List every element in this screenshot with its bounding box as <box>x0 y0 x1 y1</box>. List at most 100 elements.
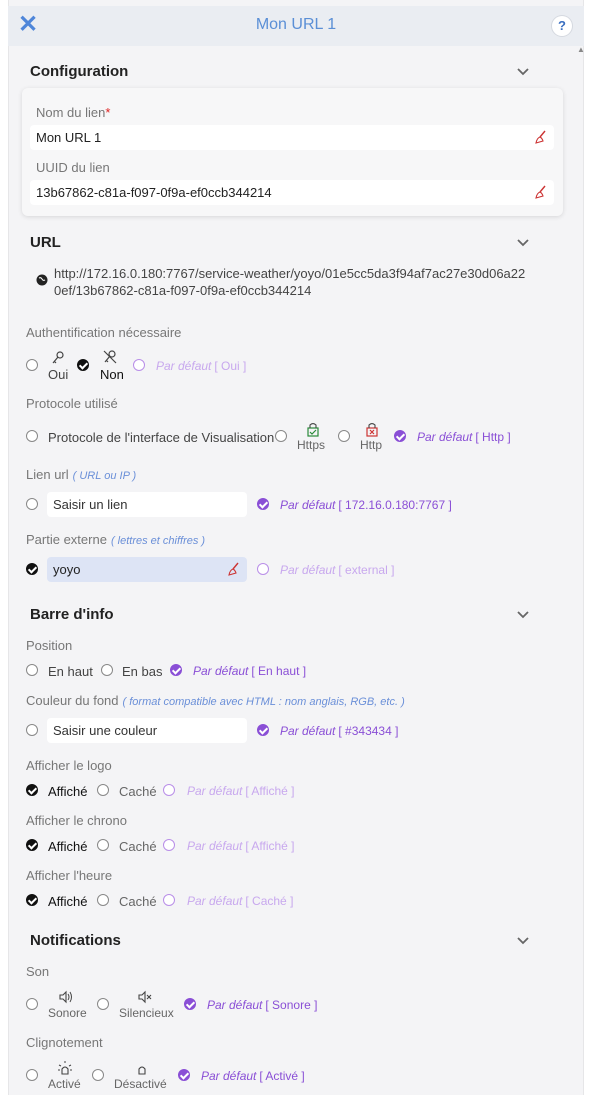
chrono-default-radio[interactable] <box>163 839 175 851</box>
alarm-light-on-icon <box>58 1061 72 1075</box>
chevron-down-icon[interactable] <box>516 65 530 79</box>
time-default-label: Par défaut[ Caché ] <box>187 894 294 908</box>
protocol-interface-radio[interactable] <box>26 430 38 442</box>
link-default-radio[interactable] <box>257 498 269 510</box>
protocol-http-label: Http <box>360 438 383 452</box>
sound-default-radio[interactable] <box>184 998 196 1010</box>
time-shown-label: Affiché <box>48 894 88 909</box>
blink-off-label: Désactivé <box>114 1077 167 1091</box>
position-top-radio[interactable] <box>26 664 38 676</box>
scroll-up-icon[interactable]: ▲ <box>577 45 585 54</box>
section-configuration-title[interactable]: Configuration <box>30 63 128 80</box>
bg-color-label: Couleur du fond( format compatible avec … <box>26 693 405 708</box>
no-key-icon <box>103 350 117 364</box>
logo-default-label: Par défaut[ Affiché ] <box>187 784 295 798</box>
globe-icon <box>36 274 48 286</box>
blink-on-radio[interactable] <box>26 1069 38 1081</box>
link-label: Lien url( URL ou IP ) <box>26 467 137 482</box>
time-hidden-radio[interactable] <box>97 894 109 906</box>
position-top-label: En haut <box>48 664 93 679</box>
link-input[interactable]: Saisir un lien <box>47 492 247 517</box>
time-hidden-label: Caché <box>119 894 157 909</box>
time-shown-radio[interactable] <box>26 894 38 906</box>
blink-label: Clignotement <box>26 1035 103 1050</box>
sound-off-label: Silencieux <box>119 1006 174 1020</box>
chevron-down-icon[interactable] <box>516 236 530 250</box>
external-value: yoyo <box>53 562 81 577</box>
auth-default-radio[interactable] <box>133 359 145 371</box>
sound-on-radio[interactable] <box>26 998 38 1010</box>
protocol-https-label: Https <box>297 438 326 452</box>
bg-color-custom-radio[interactable] <box>26 724 38 736</box>
chrono-label: Afficher le chrono <box>26 813 127 828</box>
name-field[interactable]: Mon URL 1 <box>30 125 554 150</box>
url-link[interactable]: http://172.16.0.180:7767/service-weather… <box>54 265 559 299</box>
logo-hidden-radio[interactable] <box>97 784 109 796</box>
link-hint: ( URL ou IP ) <box>72 470 137 482</box>
configuration-card: Nom du lien* Mon URL 1 UUID du lien 13b6… <box>22 88 563 216</box>
clear-broom-icon[interactable] <box>534 185 548 199</box>
clear-broom-icon[interactable] <box>534 130 548 144</box>
speaker-mute-icon <box>138 990 152 1004</box>
external-hint: ( lettres et chiffres ) <box>110 535 206 547</box>
blink-default-label: Par défaut[ Activé ] <box>201 1069 305 1083</box>
blink-default-radio[interactable] <box>178 1069 190 1081</box>
section-info-bar-title[interactable]: Barre d'info <box>30 606 114 623</box>
bg-color-input[interactable]: Saisir une couleur <box>47 718 247 743</box>
time-default-radio[interactable] <box>163 894 175 906</box>
chrono-hidden-label: Caché <box>119 839 157 854</box>
name-value: Mon URL 1 <box>36 130 102 145</box>
bg-color-hint: ( format compatible avec HTML : nom angl… <box>122 696 405 708</box>
sound-default-label: Par défaut[ Sonore ] <box>207 998 318 1012</box>
bg-color-default-radio[interactable] <box>257 724 269 736</box>
link-custom-radio[interactable] <box>26 498 38 510</box>
external-input[interactable]: yoyo <box>47 557 247 582</box>
blink-off-radio[interactable] <box>92 1069 104 1081</box>
logo-shown-radio[interactable] <box>26 784 38 796</box>
protocol-https-radio[interactable] <box>275 430 287 442</box>
uuid-field[interactable]: 13b67862-c81a-f097-0f9a-ef0ccb344214 <box>30 180 554 205</box>
logo-hidden-label: Caché <box>119 784 157 799</box>
sound-label: Son <box>26 964 50 979</box>
clear-broom-icon[interactable] <box>227 562 241 576</box>
auth-no-radio[interactable] <box>77 359 89 371</box>
chrono-hidden-radio[interactable] <box>97 839 109 851</box>
logo-label: Afficher le logo <box>26 758 112 773</box>
key-icon <box>52 351 64 364</box>
auth-default-label: Par défaut[ Oui ] <box>156 359 247 373</box>
required-mark: * <box>105 105 111 120</box>
protocol-default-label: Par défaut[ Http ] <box>417 430 511 444</box>
external-default-radio[interactable] <box>257 563 269 575</box>
protocol-label: Protocole utilisé <box>26 396 118 411</box>
sound-on-label: Sonore <box>48 1006 87 1020</box>
blink-on-label: Activé <box>48 1077 81 1091</box>
external-custom-radio[interactable] <box>26 563 38 575</box>
position-default-radio[interactable] <box>170 664 182 676</box>
protocol-interface-label: Protocole de l'interface de Visualisatio… <box>48 430 275 445</box>
chevron-down-icon[interactable] <box>516 608 530 622</box>
auth-yes-radio[interactable] <box>26 359 38 371</box>
bg-color-default-label: Par défaut[ #343434 ] <box>280 724 399 738</box>
lock-check-icon <box>307 422 319 437</box>
section-url-title[interactable]: URL <box>30 234 61 251</box>
chevron-down-icon[interactable] <box>516 934 530 948</box>
logo-shown-label: Affiché <box>48 784 88 799</box>
dialog-title: Mon URL 1 <box>255 16 337 33</box>
protocol-default-radio[interactable] <box>394 430 406 442</box>
chrono-shown-radio[interactable] <box>26 839 38 851</box>
time-label: Afficher l'heure <box>26 868 113 883</box>
chrono-shown-label: Affiché <box>48 839 88 854</box>
position-label: Position <box>26 638 73 653</box>
link-default-label: Par défaut[ 172.16.0.180:7767 ] <box>280 498 452 512</box>
lock-cross-icon <box>366 422 378 437</box>
help-button[interactable]: ? <box>552 16 572 36</box>
auth-no-label: Non <box>100 367 124 382</box>
position-bottom-radio[interactable] <box>101 664 113 676</box>
name-label: Nom du lien* <box>36 105 111 120</box>
sound-off-radio[interactable] <box>97 998 109 1010</box>
speaker-loud-icon <box>59 990 72 1004</box>
protocol-http-radio[interactable] <box>338 430 350 442</box>
section-notifications-title[interactable]: Notifications <box>30 932 121 949</box>
auth-label: Authentification nécessaire <box>26 325 182 340</box>
logo-default-radio[interactable] <box>163 784 175 796</box>
